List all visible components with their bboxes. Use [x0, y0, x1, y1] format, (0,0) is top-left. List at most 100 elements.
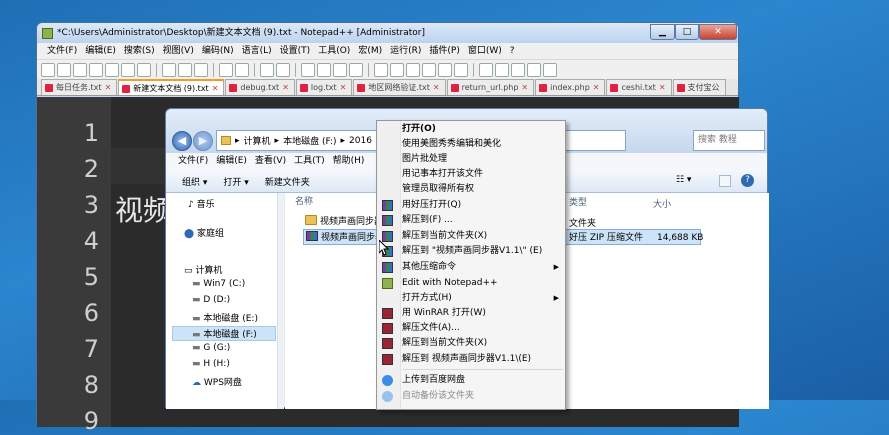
close-icon[interactable]: ✕ [433, 83, 440, 92]
tab-daily-tasks[interactable]: 每日任务.txt ✕ [41, 79, 118, 95]
cut-icon[interactable] [162, 62, 176, 77]
ctx-open-notepad[interactable]: 用记事本打开该文件 [377, 167, 565, 182]
stop-macro-icon[interactable] [495, 62, 509, 77]
menu-window[interactable]: 窗口(W) [464, 43, 506, 59]
view-options-icon[interactable]: ☷ ▾ [676, 175, 691, 185]
menu-help[interactable]: ? [506, 43, 519, 59]
close-icon[interactable]: ✕ [282, 83, 289, 92]
ctx-extract-here[interactable]: 解压到当前文件夹(X) [377, 229, 565, 244]
menu-tools[interactable]: 工具(O) [314, 43, 354, 59]
save-all-icon[interactable] [89, 62, 103, 77]
nav-item-drive-g[interactable]: ▬ G (G:) [192, 343, 230, 353]
indent-guide-icon[interactable] [406, 62, 420, 77]
file-row-folder[interactable]: 视频声画同步器 [305, 214, 379, 230]
nav-item-homegroup[interactable]: ⬤ 家庭组 [184, 226, 224, 239]
close-icon[interactable]: ✕ [593, 83, 600, 92]
run-macro-multiple-icon[interactable] [527, 62, 541, 77]
sync-scroll-v-icon[interactable] [333, 62, 347, 77]
print-icon[interactable] [137, 62, 151, 77]
menu-file[interactable]: 文件(F) [43, 43, 81, 59]
folder-workspace-icon[interactable] [454, 62, 468, 77]
nav-item-drive-e[interactable]: ▬ 本地磁盘 (E:) [192, 311, 258, 324]
menu-help[interactable]: 帮助(H) [329, 153, 369, 171]
open-file-icon[interactable] [57, 62, 71, 77]
redo-icon[interactable] [235, 62, 249, 77]
search-input[interactable]: 搜索 教程 [693, 130, 765, 151]
menu-file[interactable]: 文件(F) [174, 153, 212, 171]
ctx-auto-backup[interactable]: 自动备份该文件夹 [377, 389, 565, 404]
nav-item-computer[interactable]: ▭ 计算机 [184, 263, 222, 276]
forward-button[interactable]: ▶ [193, 131, 213, 151]
function-list-icon[interactable] [438, 62, 452, 77]
ctx-meitu-edit[interactable]: 使用美图秀秀编辑和美化 [377, 137, 565, 152]
close-icon[interactable]: ✕ [340, 83, 347, 92]
menu-search[interactable]: 搜索(S) [120, 43, 159, 59]
breadcrumb-computer[interactable]: 计算机 [244, 134, 271, 147]
close-all-icon[interactable] [121, 62, 135, 77]
ctx-batch-image[interactable]: 图片批处理 [377, 152, 565, 167]
menu-settings[interactable]: 设置(T) [276, 43, 315, 59]
find-icon[interactable] [260, 62, 274, 77]
copy-icon[interactable] [178, 62, 192, 77]
ctx-haozip-open[interactable]: 用好压打开(Q) [377, 198, 565, 213]
tab-log[interactable]: log.txt ✕ [295, 79, 353, 95]
back-button[interactable]: ◀ [172, 131, 192, 151]
close-icon[interactable]: ✕ [521, 83, 528, 92]
nav-item-drive-f[interactable]: ▬ 本地磁盘 (F:) [172, 326, 276, 341]
nav-item-music[interactable]: ♪ 音乐 [188, 197, 215, 210]
tab-alipay[interactable]: 支付宝公 [672, 79, 726, 95]
close-file-icon[interactable] [105, 62, 119, 77]
paste-icon[interactable] [194, 62, 208, 77]
doc-map-icon[interactable] [422, 62, 436, 77]
menu-edit[interactable]: 编辑(E) [81, 43, 120, 59]
tab-index-php[interactable]: index.php ✕ [535, 79, 606, 95]
minimize-button[interactable]: ▁ [650, 24, 675, 40]
new-file-icon[interactable] [41, 62, 55, 77]
menu-view[interactable]: 查看(V) [251, 153, 290, 171]
tab-ceshi[interactable]: ceshi.txt ✕ [606, 79, 672, 95]
save-icon[interactable] [73, 62, 87, 77]
column-header-type[interactable]: 类型 [569, 195, 587, 211]
nav-item-drive-h[interactable]: ▬ H (H:) [192, 359, 230, 369]
tab-debug[interactable]: debug.txt ✕ [225, 79, 295, 95]
nav-item-drive-c[interactable]: ▬ Win7 (C:) [192, 279, 245, 289]
menu-encoding[interactable]: 编码(N) [198, 43, 238, 59]
open-button[interactable]: 打开 ▾ [223, 175, 248, 188]
tab-region-auth[interactable]: 地区网络验证.txt ✕ [353, 79, 446, 95]
menu-plugins[interactable]: 插件(P) [425, 43, 463, 59]
maximize-button[interactable]: □ [675, 24, 699, 40]
save-macro-icon[interactable] [543, 62, 557, 77]
record-macro-icon[interactable] [479, 62, 493, 77]
ctx-winrar-open[interactable]: 用 WinRAR 打开(W) [377, 306, 565, 321]
ctx-other-compress[interactable]: 其他压缩命令 ▶ [377, 260, 565, 275]
ctx-winrar-extract-folder[interactable]: 解压到 视频声画同步器V1.1\(E) [377, 352, 565, 367]
column-header-name[interactable]: 名称 [295, 194, 313, 210]
nav-item-drive-d[interactable]: ▬ D (D:) [192, 295, 230, 305]
ctx-open[interactable]: 打开(O) [377, 122, 565, 137]
replace-icon[interactable] [276, 62, 290, 77]
tab-return-url[interactable]: return_url.php ✕ [446, 79, 535, 95]
ctx-winrar-extract[interactable]: 解压文件(A)... [377, 321, 565, 336]
close-icon[interactable]: ✕ [212, 84, 219, 93]
navigation-scrollbar[interactable] [277, 193, 284, 409]
close-icon[interactable]: ✕ [105, 83, 112, 92]
nav-item-wps-drive[interactable]: ☁ WPS网盘 [192, 375, 242, 388]
undo-icon[interactable] [219, 62, 233, 77]
close-button[interactable]: ✕ [699, 24, 737, 40]
ctx-take-ownership[interactable]: 管理员取得所有权 [377, 182, 565, 197]
breadcrumb-drive[interactable]: 本地磁盘 (F:) [283, 134, 336, 147]
menu-run[interactable]: 运行(R) [386, 43, 425, 59]
ctx-extract-to[interactable]: 解压到(F) ... [377, 213, 565, 228]
column-header-size[interactable]: 大小 [653, 197, 671, 213]
word-wrap-icon[interactable] [374, 62, 388, 77]
help-icon[interactable]: ? [741, 174, 754, 187]
tab-new-text-document[interactable]: 新建文本文档 (9).txt ✕ [118, 79, 225, 95]
menu-macro[interactable]: 宏(M) [354, 43, 386, 59]
ctx-winrar-extract-here[interactable]: 解压到当前文件夹(X) [377, 336, 565, 351]
menu-view[interactable]: 视图(V) [159, 43, 198, 59]
menu-tools[interactable]: 工具(T) [290, 153, 329, 171]
organize-button[interactable]: 组织 ▾ [182, 175, 207, 188]
ctx-edit-notepadpp[interactable]: Edit with Notepad++ [377, 276, 565, 291]
ctx-upload-baidu[interactable]: 上传到百度网盘 [377, 373, 565, 388]
breadcrumb-folder[interactable]: 2016 [349, 136, 372, 146]
